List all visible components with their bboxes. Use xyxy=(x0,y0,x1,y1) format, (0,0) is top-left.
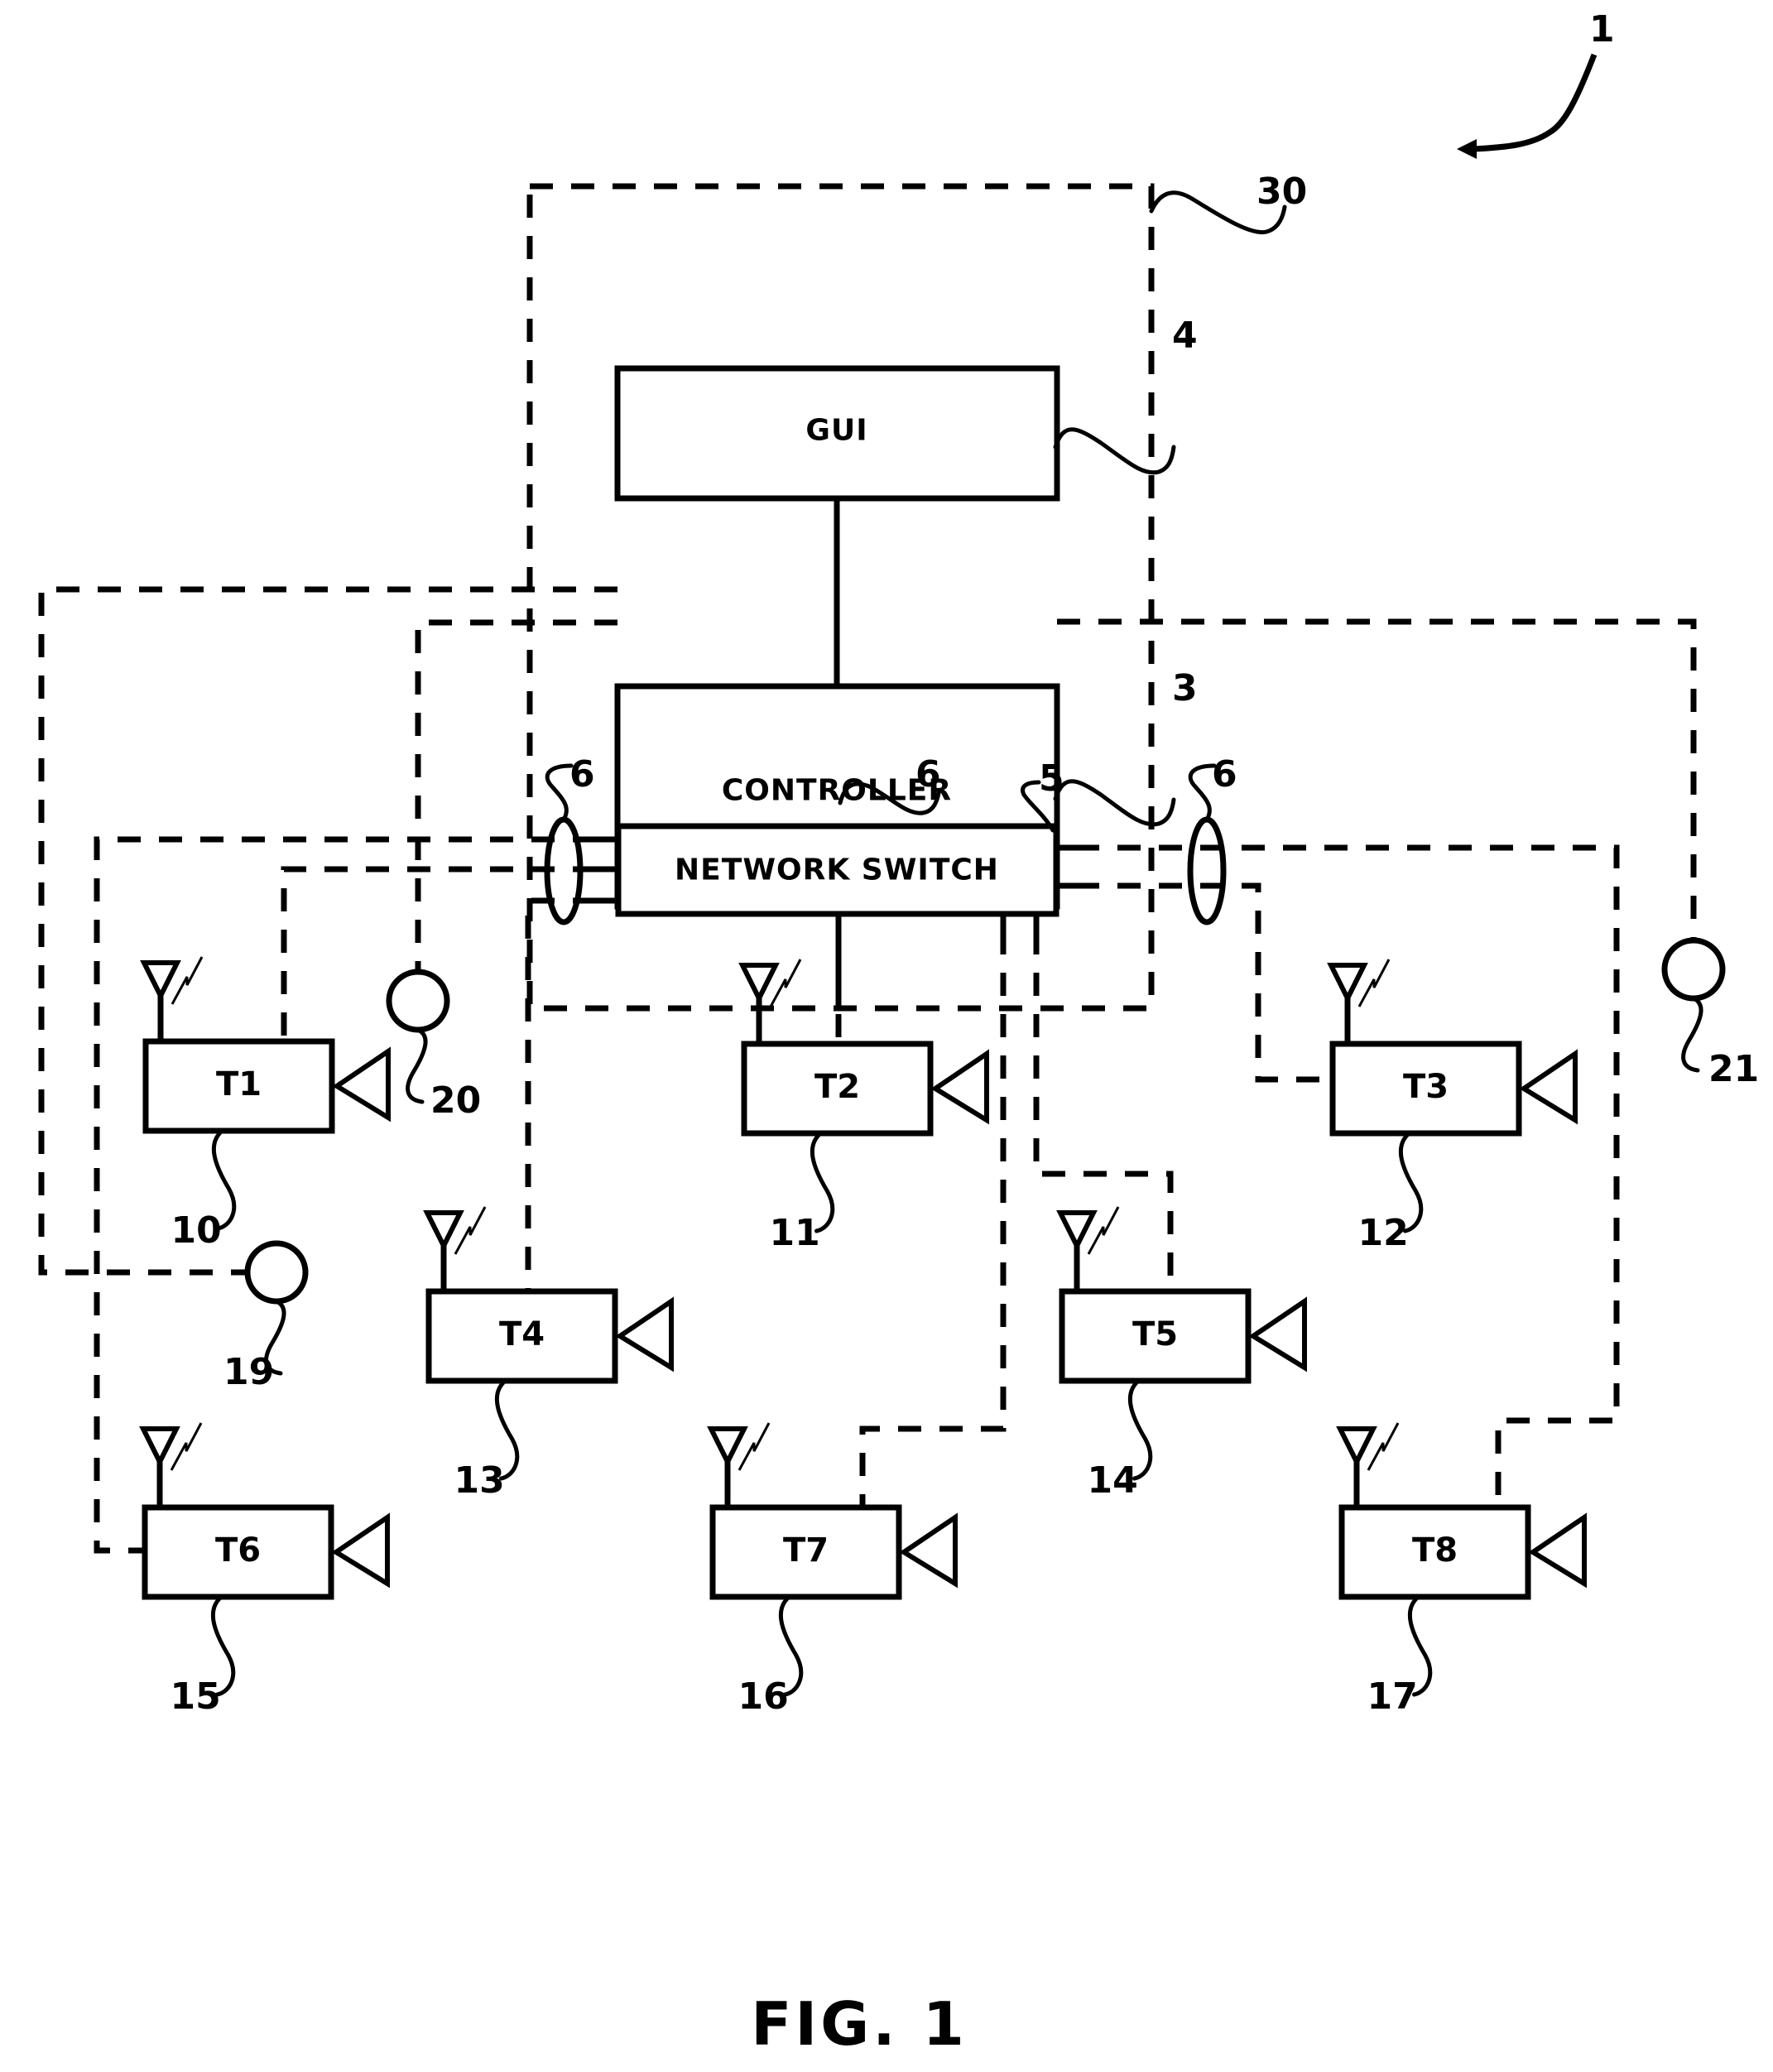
antenna-icon xyxy=(140,956,204,1041)
speaker-icon xyxy=(1519,1049,1578,1125)
speaker-icon xyxy=(899,1512,958,1589)
antenna-icon xyxy=(423,1206,487,1291)
terminal-label: T5 xyxy=(1132,1315,1178,1353)
terminal-label: T8 xyxy=(1412,1531,1458,1570)
terminal-t1[interactable]: T1 10 xyxy=(140,956,391,1252)
wire-switch-t7 xyxy=(859,931,1007,1507)
speaker-icon xyxy=(332,1046,391,1123)
terminal-ref-label: 10 xyxy=(171,1209,222,1252)
gui-leader xyxy=(1053,427,1176,475)
terminal-ref-label: 11 xyxy=(770,1212,820,1254)
wire-switch-t4 xyxy=(525,897,596,1291)
gui-block[interactable]: GUI 4 xyxy=(614,315,1198,502)
terminal-ref-label: 15 xyxy=(171,1675,221,1718)
terminal-label: T4 xyxy=(499,1315,545,1353)
terminal-label: T6 xyxy=(215,1531,261,1570)
terminal-t4[interactable]: T4 13 xyxy=(423,1206,674,1502)
sensor-ref-label: 21 xyxy=(1708,1048,1759,1090)
antenna-icon xyxy=(1336,1422,1400,1507)
terminal-t8[interactable]: T8 17 xyxy=(1336,1422,1587,1718)
right-cable-bundle: 6 xyxy=(1187,753,1237,925)
sensor-leader xyxy=(1681,996,1703,1073)
system-ref-label: 1 xyxy=(1589,8,1615,50)
terminal-t7[interactable]: T7 16 xyxy=(707,1422,958,1718)
speaker-icon xyxy=(930,1049,989,1125)
gui-ref-label: 4 xyxy=(1172,315,1198,357)
sensor-leader xyxy=(406,1027,428,1104)
speaker-icon xyxy=(615,1296,674,1373)
speaker-icon xyxy=(1528,1512,1587,1589)
sensor-20[interactable]: 20 xyxy=(386,969,481,1122)
figure-caption: FIG. 1 xyxy=(751,1989,968,2059)
wire-switch-t3 xyxy=(1076,882,1333,1083)
wire-switch-t6 xyxy=(94,836,596,1554)
terminal-ref-label: 16 xyxy=(738,1675,789,1718)
network-switch-ref-label: 5 xyxy=(1039,757,1064,800)
terminal-t3[interactable]: T3 12 xyxy=(1327,959,1578,1254)
controller-switch-ref-label: 6 xyxy=(915,753,941,796)
terminal-label: T2 xyxy=(814,1068,860,1106)
terminal-t2[interactable]: T2 11 xyxy=(738,959,989,1254)
left-bundle-ref-label: 6 xyxy=(569,753,595,796)
arrowhead-icon xyxy=(1457,139,1477,159)
gui-label: GUI xyxy=(805,414,867,448)
terminals: T1 10 T2 11 T3 12 T4 13 T5 14 T6 15 T7 16 T8 17 xyxy=(139,956,1587,1718)
terminal-label: T3 xyxy=(1403,1068,1449,1106)
antenna-icon xyxy=(738,959,802,1044)
antenna-icon xyxy=(1327,959,1391,1044)
sensor-ref-label: 20 xyxy=(430,1079,481,1122)
system-ref-arrow: 1 xyxy=(1457,8,1615,159)
terminal-ref-label: 17 xyxy=(1367,1675,1418,1718)
terminal-label: T7 xyxy=(783,1531,829,1570)
sensor-21[interactable]: 21 xyxy=(1661,937,1759,1090)
sensor-circle-icon[interactable] xyxy=(1661,937,1726,1002)
controller-leader xyxy=(1053,779,1176,827)
wire-switch-t8 xyxy=(1076,844,1620,1507)
terminal-t6[interactable]: T6 15 xyxy=(139,1422,390,1718)
network-switch-label: NETWORK SWITCH xyxy=(675,853,999,887)
terminal-t5[interactable]: T5 14 xyxy=(1056,1206,1307,1502)
terminal-ref-label: 13 xyxy=(454,1459,505,1502)
enclosure-ref-label: 30 xyxy=(1256,171,1307,213)
sensor-circle-icon[interactable] xyxy=(244,1240,309,1305)
wire-controller-sensor20 xyxy=(415,619,617,972)
terminal-ref-label: 14 xyxy=(1088,1459,1138,1502)
right-bundle-ref-label: 6 xyxy=(1212,753,1237,796)
terminal-label: T1 xyxy=(216,1065,262,1103)
antenna-icon xyxy=(139,1422,203,1507)
antenna-icon xyxy=(707,1422,771,1507)
speaker-icon xyxy=(331,1512,390,1589)
sensor-circle-icon[interactable] xyxy=(386,969,450,1033)
sensor-ref-label: 19 xyxy=(223,1351,274,1393)
terminal-ref-label: 12 xyxy=(1358,1212,1409,1254)
sensor-19[interactable]: 19 xyxy=(223,1240,309,1393)
controller-ref-label: 3 xyxy=(1172,667,1198,709)
system-diagram: 1 30 GUI 4 CONTROLLER 3 6 NETWORK SWITCH… xyxy=(38,8,1759,2059)
antenna-icon xyxy=(1056,1206,1120,1291)
speaker-icon xyxy=(1248,1296,1307,1373)
